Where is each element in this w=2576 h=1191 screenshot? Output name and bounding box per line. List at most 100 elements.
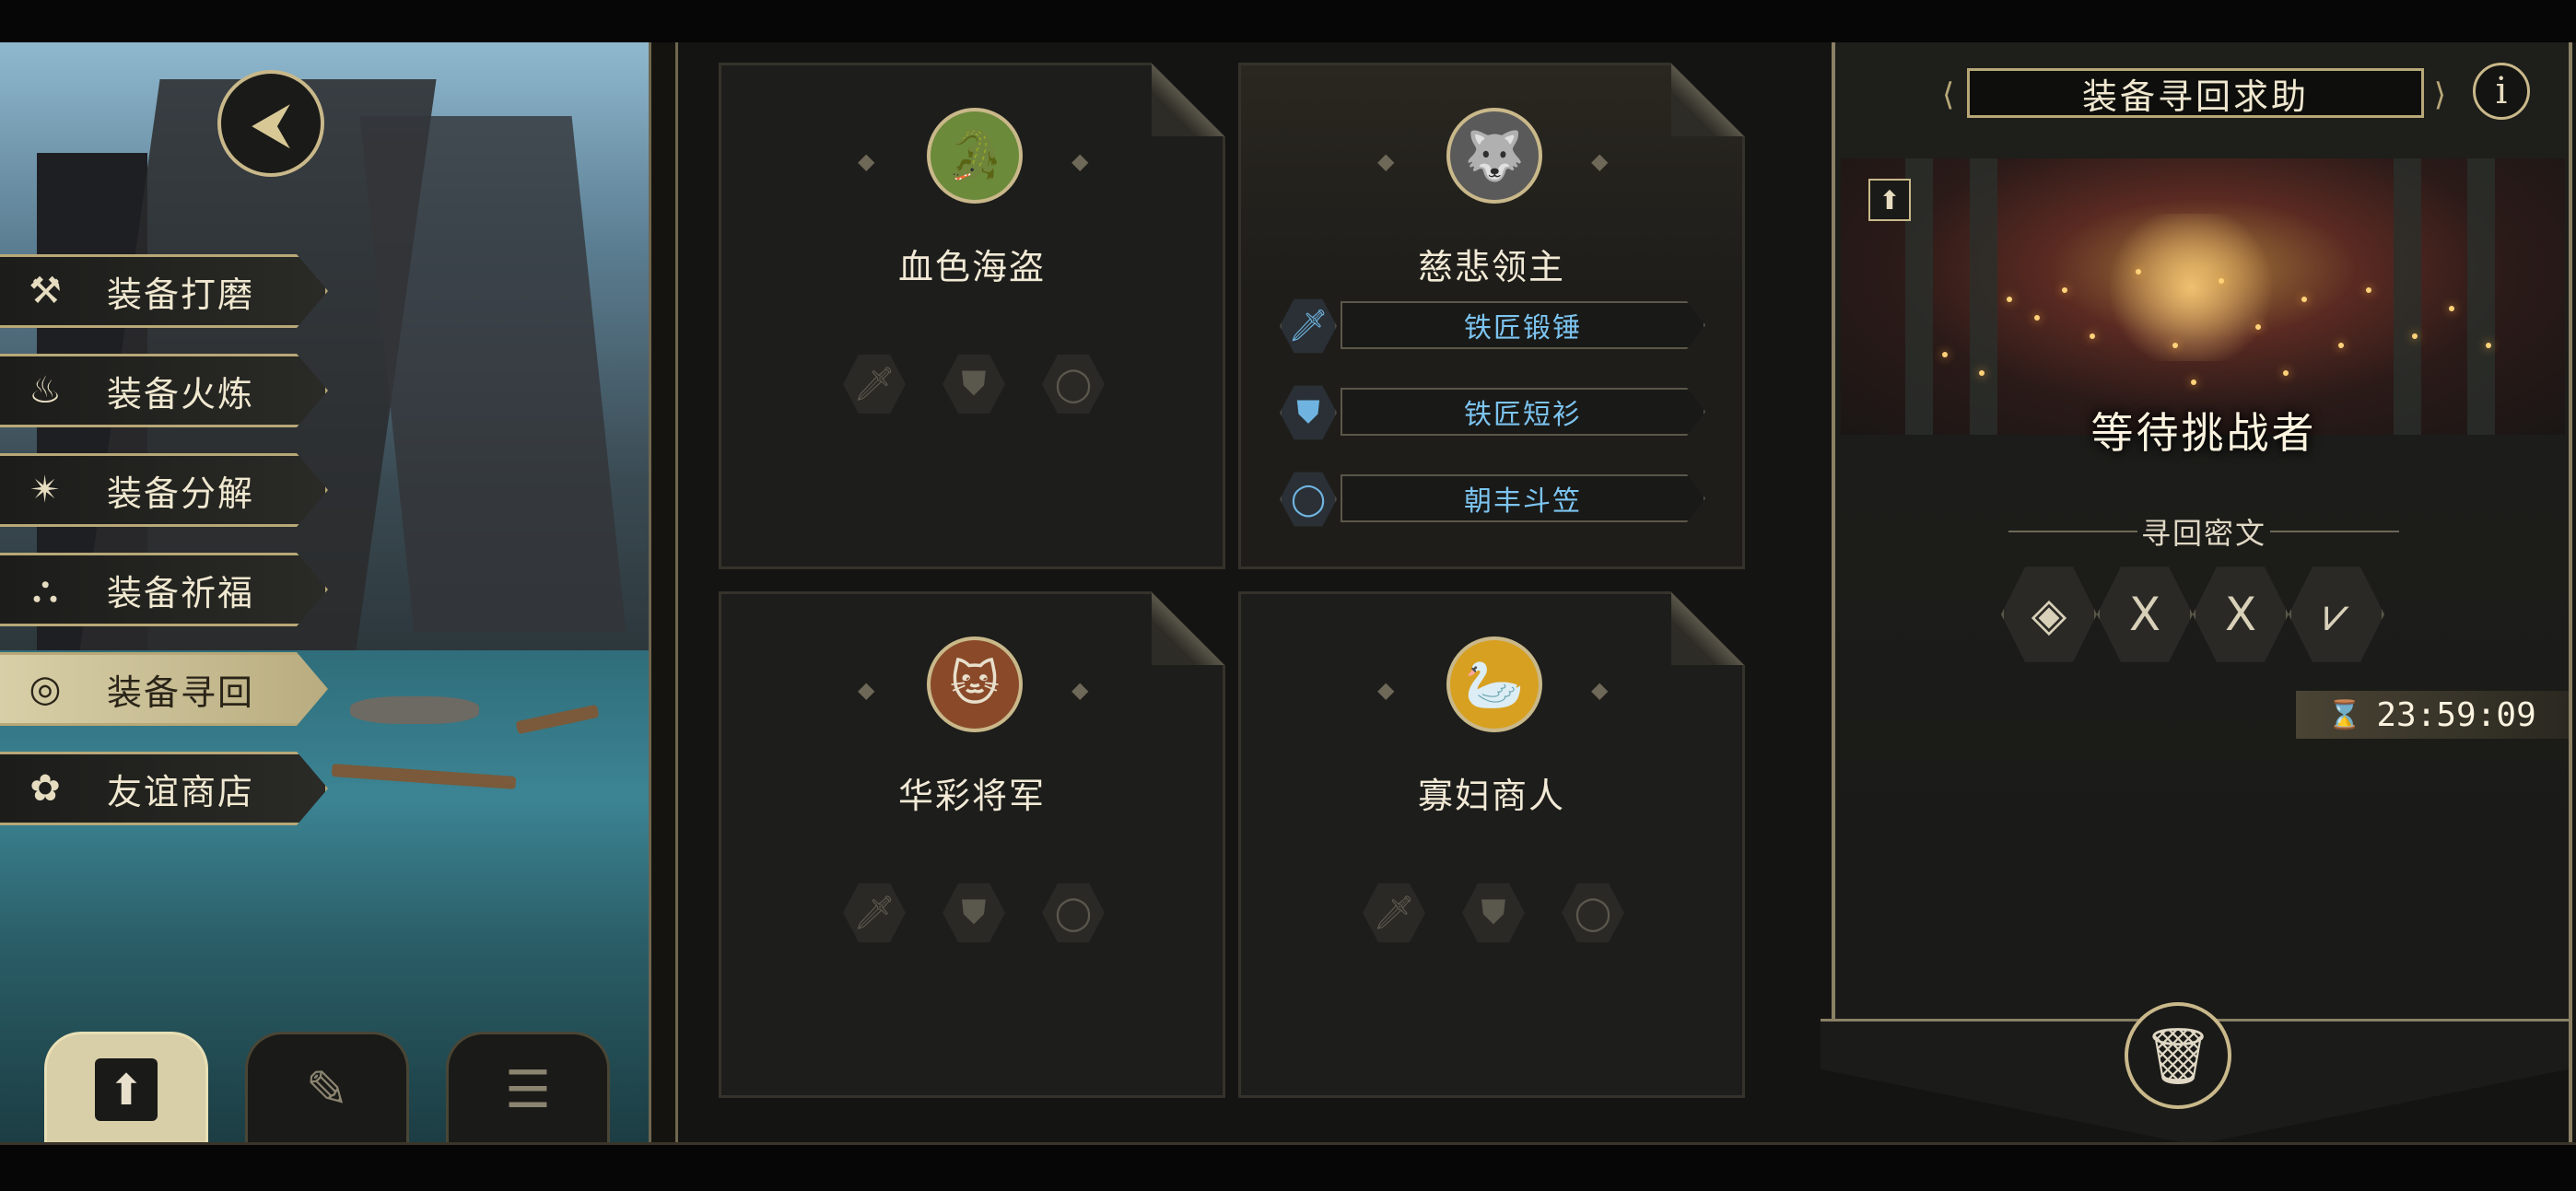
boss-portrait-avatar: 🐺 <box>1446 108 1542 204</box>
flame-icon: ♨ <box>29 369 62 412</box>
cipher-label: 寻回密文 <box>2140 516 2266 551</box>
trash-icon: 🗑 <box>2142 1023 2214 1089</box>
boss-name: 寡妇商人 <box>1417 776 1565 816</box>
candle-icon <box>2412 333 2418 339</box>
cipher-rune-icon: ⩗ <box>2289 564 2384 665</box>
candle-icon <box>2301 297 2307 302</box>
equipment-item-row[interactable]: 🗡 铁匠锻锤 <box>1280 301 1705 353</box>
title-left-ornament-icon: ⟨ <box>1942 76 1958 113</box>
sword-icon: 🗡 <box>1280 298 1337 355</box>
share-button[interactable]: ⬆ <box>1868 179 1911 221</box>
back-button[interactable]: ⮜ <box>217 70 324 177</box>
ornament-diamond-icon: ◆ <box>1071 148 1089 174</box>
armor-slot-icon: ⛊ <box>943 353 1005 415</box>
status-text: 等待挑战者 <box>2090 408 2317 458</box>
candle-icon <box>2486 343 2491 348</box>
cipher-rune-icon: ◈ <box>2001 564 2097 665</box>
boss-card[interactable]: ◆ ◆ 🦢 寡妇商人 🗡 ⛊ ◯ <box>1238 591 1745 1098</box>
candle-icon <box>2449 306 2454 311</box>
title-right-ornament-icon: ⟩ <box>2433 76 2449 113</box>
menu-label: 装备祈福 <box>107 572 255 613</box>
hourglass-icon: ⌛ <box>2327 698 2362 731</box>
equipment-item-label[interactable]: 朝丰斗笠 <box>1341 474 1705 522</box>
candle-icon <box>1979 370 1985 376</box>
list-tab-icon: ☰ <box>504 1059 552 1120</box>
menu-button-3[interactable]: ⛬ 装备祈福 <box>0 553 328 626</box>
target-icon: ◎ <box>29 668 62 710</box>
upload-tab[interactable]: ⬆ <box>44 1032 208 1145</box>
info-button[interactable]: i <box>2473 63 2530 120</box>
candle-icon <box>2366 287 2371 293</box>
armor-slot-icon: ⛊ <box>943 882 1005 944</box>
help-panel: ⟨ 装备寻回求助 ⟩ i ⬆ 等待挑战者 寻回密文 ◈ ꓫ ꓫ ⩗ ⌛ 23:59:0… <box>1832 42 2572 1142</box>
menu-label: 装备分解 <box>107 473 255 514</box>
sword-slot-icon: 🗡 <box>843 882 906 944</box>
countdown-timer: ⌛ 23:59:09 <box>2296 691 2569 739</box>
boss-name: 血色海盗 <box>897 247 1046 287</box>
page-fold <box>1152 63 1225 136</box>
cipher-rune-icon: ꓫ <box>2097 564 2193 665</box>
disassemble-icon: ✴ <box>29 469 61 511</box>
candle-icon <box>2136 269 2141 274</box>
candle-icon <box>2007 297 2012 302</box>
right-panel: ⟨ 装备寻回求助 ⟩ i ⬆ 等待挑战者 寻回密文 ◈ ꓫ ꓫ ⩗ ⌛ 23:59:0… <box>1821 42 2576 1142</box>
candle-icon <box>1942 352 1948 357</box>
fox-icon: ✿ <box>29 767 61 810</box>
equipment-item-row[interactable]: ◯ 朝丰斗笠 <box>1280 474 1705 526</box>
ornament-diamond-icon: ◆ <box>858 677 875 703</box>
ornament-diamond-icon: ◆ <box>1071 677 1089 703</box>
recovery-board: ◆ ◆ 🐊 血色海盗 🗡 ⛊ ◯ ◆ ◆ 🐺 慈悲领主 🗡 铁匠锻锤 ⛊ 铁匠短衫 ◯ 朝丰… <box>678 42 1821 1142</box>
menu-label: 装备火炼 <box>107 373 255 415</box>
candle-icon <box>2255 324 2261 330</box>
menu-button-1[interactable]: ♨ 装备火炼 <box>0 354 328 427</box>
candle-icon <box>2090 333 2095 339</box>
candle-icon <box>2191 379 2196 385</box>
upload-tab-icon: ⬆ <box>95 1058 158 1121</box>
boss-card[interactable]: ◆ ◆ 🐺 慈悲领主 🗡 铁匠锻锤 ⛊ 铁匠短衫 ◯ 朝丰斗笠 <box>1238 63 1745 569</box>
candle-icon <box>2338 343 2344 348</box>
trash-button[interactable]: 🗑 <box>2125 1002 2231 1109</box>
menu-button-2[interactable]: ✴ 装备分解 <box>0 453 328 527</box>
menu-button-0[interactable]: ⚒ 装备打磨 <box>0 254 328 328</box>
boss-portrait-avatar: 🐱 <box>927 636 1023 732</box>
ornament-diamond-icon: ◆ <box>1591 677 1609 703</box>
rock <box>350 696 479 724</box>
ornament-diamond-icon: ◆ <box>1377 677 1395 703</box>
list-tab[interactable]: ☰ <box>446 1032 610 1145</box>
hall-illustration: ⬆ <box>1841 158 2565 435</box>
menu-label: 友谊商店 <box>107 771 255 812</box>
page-fold <box>1152 591 1225 665</box>
back-arrow-icon: ⮜ <box>251 91 291 156</box>
ring-icon: ◯ <box>1280 471 1337 528</box>
ruin-wall <box>359 116 626 632</box>
candle-icon <box>2283 370 2289 376</box>
page-fold <box>1671 63 1745 136</box>
boss-portrait-avatar: 🐊 <box>927 108 1023 204</box>
menu-label: 装备寻回 <box>107 671 255 713</box>
ornament-diamond-icon: ◆ <box>1377 148 1395 174</box>
equipment-item-label[interactable]: 铁匠锻锤 <box>1341 301 1705 349</box>
cipher-rune-icon: ꓫ <box>2193 564 2289 665</box>
menu-button-4[interactable]: ◎ 装备寻回 <box>0 652 328 726</box>
boss-card[interactable]: ◆ ◆ 🐱 华彩将军 🗡 ⛊ ◯ <box>719 591 1225 1098</box>
equipment-item-label[interactable]: 铁匠短衫 <box>1341 388 1705 436</box>
panel-title-text: 装备寻回求助 <box>2081 76 2309 117</box>
sword-slot-icon: 🗡 <box>1363 882 1425 944</box>
armor-icon: ⛊ <box>1280 384 1337 441</box>
feather-tab[interactable]: ✎ <box>245 1032 409 1145</box>
boss-name: 慈悲领主 <box>1417 247 1565 287</box>
bottom-bar <box>0 1142 2576 1191</box>
equipment-item-row[interactable]: ⛊ 铁匠短衫 <box>1280 388 1705 439</box>
pray-icon: ⛬ <box>32 568 58 611</box>
candle-icon <box>2172 343 2178 348</box>
hammer-icon: ⚒ <box>29 270 62 312</box>
armor-slot-icon: ⛊ <box>1462 882 1525 944</box>
menu-button-5[interactable]: ✿ 友谊商店 <box>0 752 328 825</box>
page-fold <box>1671 591 1745 665</box>
candle-icon <box>2034 315 2040 321</box>
boss-card[interactable]: ◆ ◆ 🐊 血色海盗 🗡 ⛊ ◯ <box>719 63 1225 569</box>
ring-slot-icon: ◯ <box>1042 353 1105 415</box>
menu-label: 装备打磨 <box>107 274 255 315</box>
candle-icon <box>2062 287 2067 293</box>
panel-title: ⟨ 装备寻回求助 ⟩ <box>1942 68 2446 118</box>
